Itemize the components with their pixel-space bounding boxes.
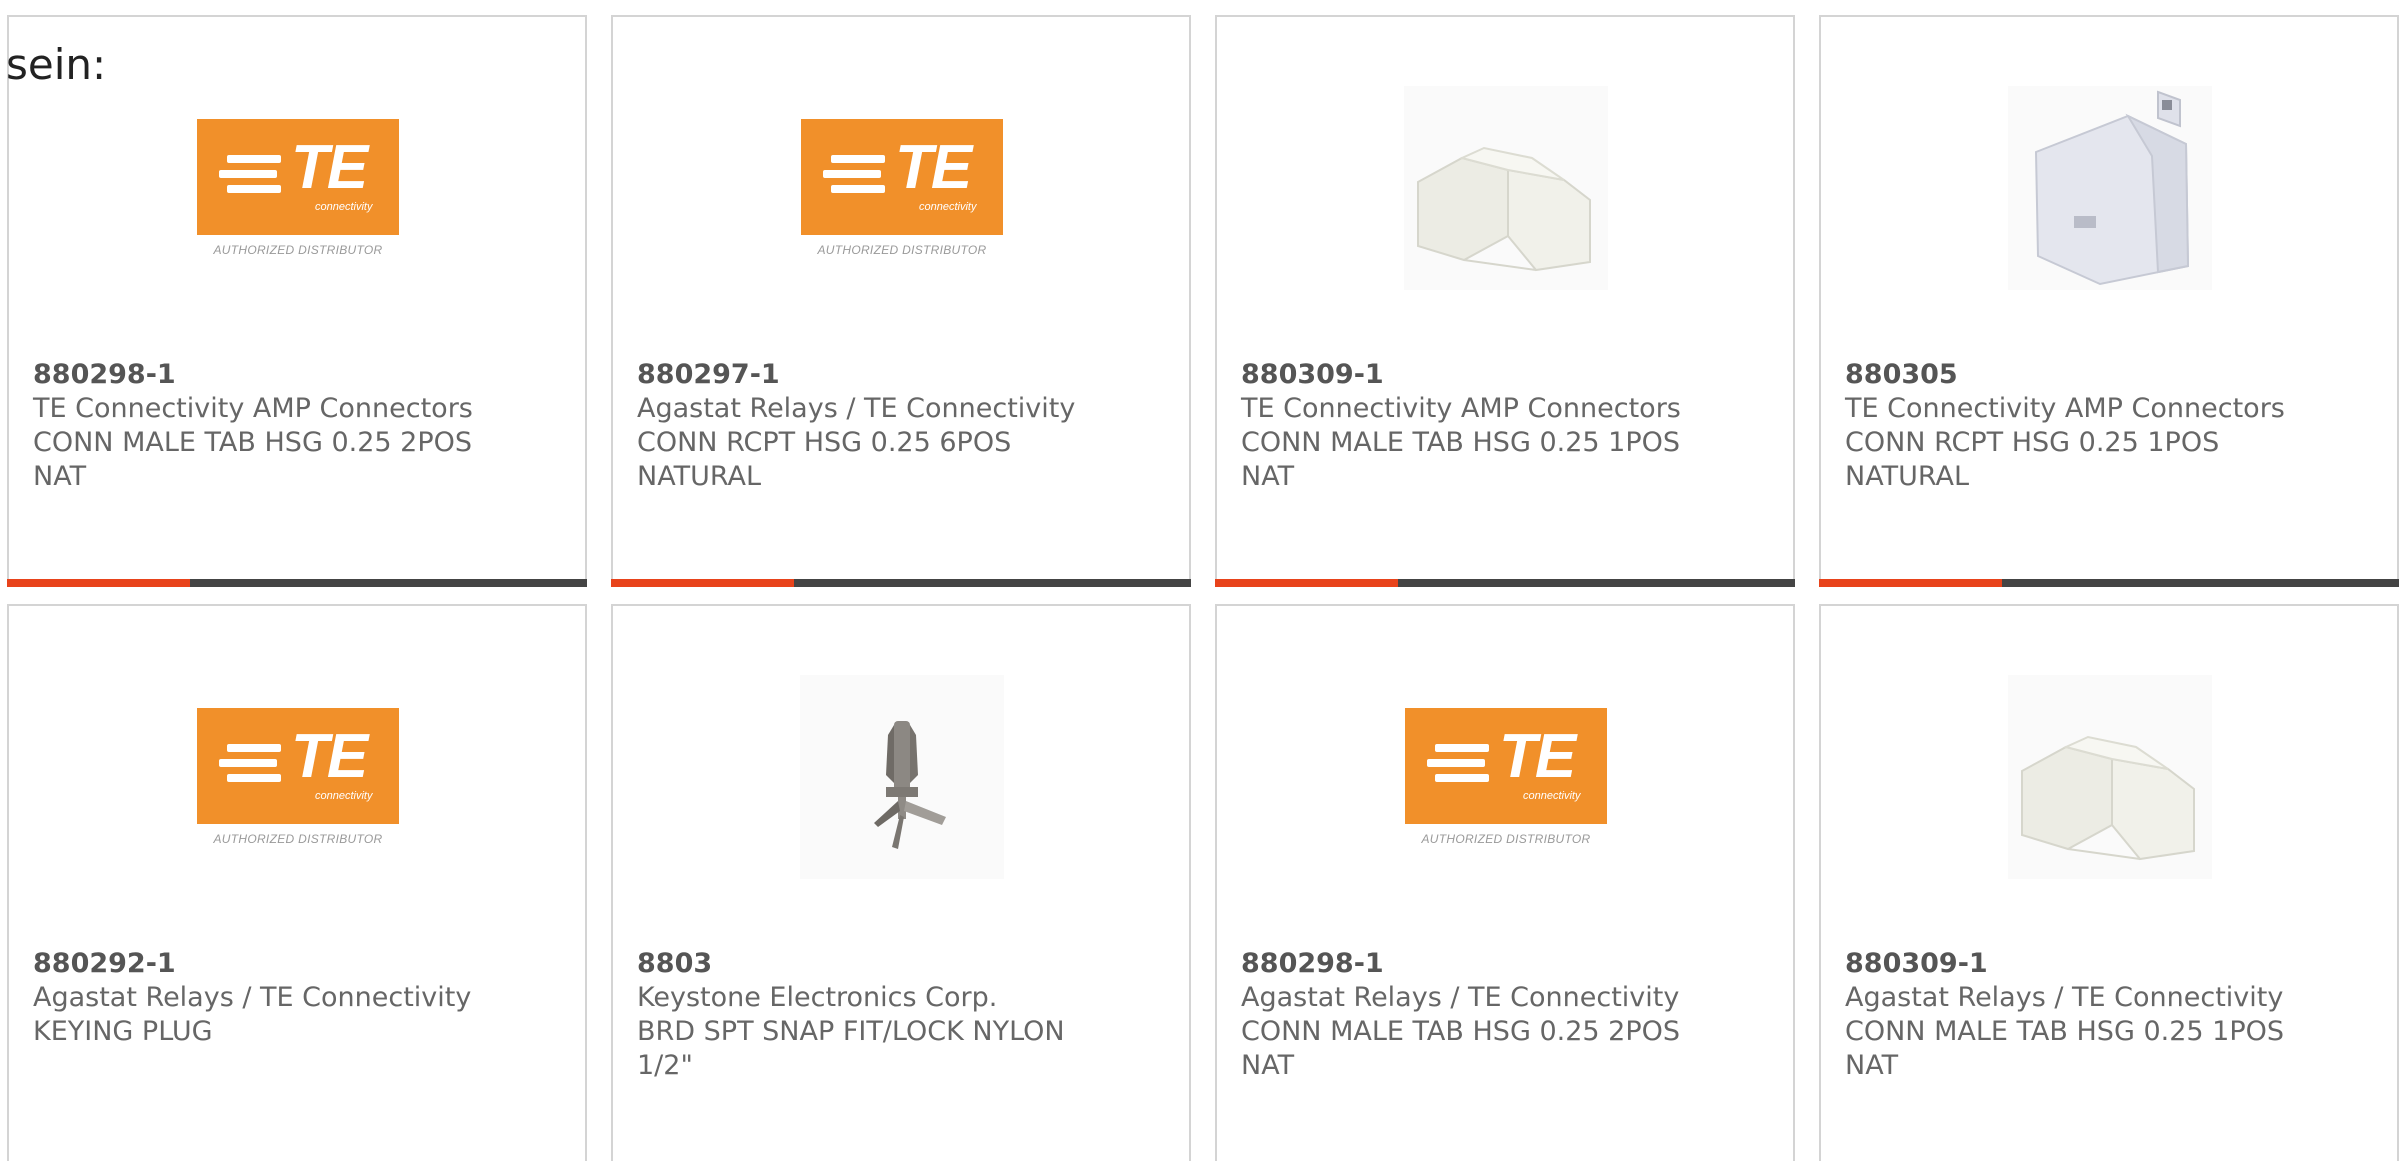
te-logo-text: TE — [895, 133, 972, 202]
description-line: CONN MALE TAB HSG 0.25 1POS — [1241, 427, 1681, 458]
te-logo-subtext: connectivity — [315, 201, 373, 213]
te-logo-text: TE — [1499, 722, 1576, 791]
card-bar-accent — [1215, 579, 1398, 587]
description-line: BRD SPT SNAP FIT/LOCK NYLON — [637, 1016, 1065, 1047]
product-info: 880298-1 TE Connectivity AMP Connectors … — [33, 358, 565, 494]
description-line: NATURAL — [1845, 461, 1970, 492]
manufacturer: TE Connectivity AMP Connectors — [33, 393, 473, 424]
description-line: NAT — [1241, 461, 1295, 492]
product-card[interactable]: 880309-1 TE Connectivity AMP Connectors … — [1215, 15, 1795, 587]
card-bar — [7, 579, 587, 587]
card-bar — [1819, 579, 2399, 587]
product-card[interactable]: 8803 Keystone Electronics Corp. BRD SPT … — [611, 604, 1191, 1161]
part-number[interactable]: 880292-1 — [33, 947, 565, 981]
connector-housing-icon — [2021, 735, 2195, 861]
description-line: KEYING PLUG — [33, 1016, 213, 1047]
product-grid: TE connectivity AUTHORIZED DISTRIBUTOR 8… — [7, 15, 2399, 1161]
te-logo-mark — [219, 155, 289, 195]
board-support-photo — [800, 675, 1004, 879]
te-logo-mark — [1427, 744, 1497, 784]
manufacturer: Agastat Relays / TE Connectivity — [1845, 982, 2284, 1013]
part-number[interactable]: 880297-1 — [637, 358, 1169, 392]
receptacle-housing-photo — [2008, 86, 2212, 290]
card-bar — [611, 579, 1191, 587]
description-line: CONN RCPT HSG 0.25 6POS — [637, 427, 1012, 458]
product-info: 880297-1 Agastat Relays / TE Connectivit… — [637, 358, 1169, 494]
te-logo-tagline: AUTHORIZED DISTRIBUTOR — [213, 832, 383, 846]
product-card[interactable]: 880309-1 Agastat Relays / TE Connectivit… — [1819, 604, 2399, 1161]
product-image[interactable]: TE connectivity AUTHORIZED DISTRIBUTOR — [1404, 675, 1608, 879]
part-number[interactable]: 8803 — [637, 947, 1169, 981]
manufacturer: Agastat Relays / TE Connectivity — [1241, 982, 1680, 1013]
manufacturer: Agastat Relays / TE Connectivity — [33, 982, 472, 1013]
description-line: CONN RCPT HSG 0.25 1POS — [1845, 427, 2220, 458]
product-info: 880305 TE Connectivity AMP Connectors CO… — [1845, 358, 2377, 494]
te-logo: TE connectivity AUTHORIZED DISTRIBUTOR — [1404, 708, 1608, 846]
product-image[interactable] — [1404, 86, 1608, 290]
manufacturer: TE Connectivity AMP Connectors — [1241, 393, 1681, 424]
product-card[interactable]: TE connectivity AUTHORIZED DISTRIBUTOR 8… — [611, 15, 1191, 587]
te-logo-tagline: AUTHORIZED DISTRIBUTOR — [213, 243, 383, 257]
connector-housing-photo — [2008, 675, 2212, 879]
te-logo-box: TE connectivity — [801, 119, 1003, 235]
description-line: NAT — [1845, 1050, 1899, 1081]
card-bar-accent — [7, 579, 190, 587]
te-logo-tagline: AUTHORIZED DISTRIBUTOR — [817, 243, 987, 257]
manufacturer: Keystone Electronics Corp. — [637, 982, 998, 1013]
description-line: CONN MALE TAB HSG 0.25 2POS — [1241, 1016, 1681, 1047]
product-card[interactable]: TE connectivity AUTHORIZED DISTRIBUTOR 8… — [7, 604, 587, 1161]
manufacturer: Agastat Relays / TE Connectivity — [637, 393, 1076, 424]
product-card[interactable]: 880305 TE Connectivity AMP Connectors CO… — [1819, 15, 2399, 587]
manufacturer: TE Connectivity AMP Connectors — [1845, 393, 2285, 424]
connector-housing-photo — [1404, 86, 1608, 290]
part-number[interactable]: 880298-1 — [33, 358, 565, 392]
te-logo-box: TE connectivity — [197, 119, 399, 235]
te-logo-text: TE — [291, 722, 368, 791]
te-logo: TE connectivity AUTHORIZED DISTRIBUTOR — [196, 119, 400, 257]
te-logo-mark — [219, 744, 289, 784]
te-logo-box: TE connectivity — [197, 708, 399, 824]
description-line: NAT — [1241, 1050, 1295, 1081]
part-number[interactable]: 880298-1 — [1241, 947, 1773, 981]
description-line: 1/2" — [637, 1050, 693, 1081]
product-info: 8803 Keystone Electronics Corp. BRD SPT … — [637, 947, 1169, 1083]
te-logo: TE connectivity AUTHORIZED DISTRIBUTOR — [196, 708, 400, 846]
product-info: 880292-1 Agastat Relays / TE Connectivit… — [33, 947, 565, 1049]
part-number[interactable]: 880309-1 — [1845, 947, 2377, 981]
part-number[interactable]: 880309-1 — [1241, 358, 1773, 392]
card-bar-accent — [611, 579, 794, 587]
product-info: 880309-1 TE Connectivity AMP Connectors … — [1241, 358, 1773, 494]
te-logo-box: TE connectivity — [1405, 708, 1607, 824]
card-bar — [1215, 579, 1795, 587]
description-line: NATURAL — [637, 461, 762, 492]
product-image[interactable] — [2008, 86, 2212, 290]
te-logo-tagline: AUTHORIZED DISTRIBUTOR — [1421, 832, 1591, 846]
te-logo-text: TE — [291, 133, 368, 202]
te-logo-subtext: connectivity — [1523, 790, 1581, 802]
intro-text: sein: — [6, 40, 107, 89]
te-logo: TE connectivity AUTHORIZED DISTRIBUTOR — [800, 119, 1004, 257]
te-logo-subtext: connectivity — [919, 201, 977, 213]
product-image[interactable]: TE connectivity AUTHORIZED DISTRIBUTOR — [196, 675, 400, 879]
product-info: 880298-1 Agastat Relays / TE Connectivit… — [1241, 947, 1773, 1083]
part-number[interactable]: 880305 — [1845, 358, 2377, 392]
description-line: NAT — [33, 461, 87, 492]
te-logo-mark — [823, 155, 893, 195]
description-line: CONN MALE TAB HSG 0.25 1POS — [1845, 1016, 2285, 1047]
product-info: 880309-1 Agastat Relays / TE Connectivit… — [1845, 947, 2377, 1083]
product-card[interactable]: TE connectivity AUTHORIZED DISTRIBUTOR 8… — [7, 15, 587, 587]
page: sein: TE connectivity AUTHORIZED DISTRIB… — [0, 0, 2400, 1161]
product-image[interactable]: TE connectivity AUTHORIZED DISTRIBUTOR — [196, 86, 400, 290]
receptacle-housing-icon — [2034, 90, 2190, 286]
board-support-icon — [874, 721, 946, 849]
card-bar-accent — [1819, 579, 2002, 587]
description-line: CONN MALE TAB HSG 0.25 2POS — [33, 427, 473, 458]
product-card[interactable]: TE connectivity AUTHORIZED DISTRIBUTOR 8… — [1215, 604, 1795, 1161]
te-logo-subtext: connectivity — [315, 790, 373, 802]
product-image[interactable] — [800, 675, 1004, 879]
connector-housing-icon — [1417, 146, 1591, 272]
product-image[interactable] — [2008, 675, 2212, 879]
product-image[interactable]: TE connectivity AUTHORIZED DISTRIBUTOR — [800, 86, 1004, 290]
